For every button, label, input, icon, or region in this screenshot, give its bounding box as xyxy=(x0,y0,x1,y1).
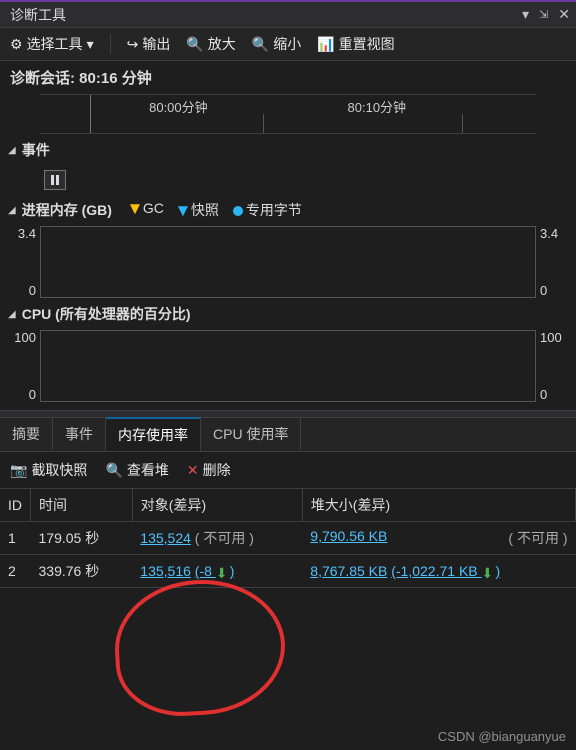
tab-cpu-usage[interactable]: CPU 使用率 xyxy=(201,418,301,451)
annotation-circle xyxy=(112,576,289,720)
snapshot-table: ID 时间 对象(差异) 堆大小(差异) 1 179.05 秒 135,524 … xyxy=(0,489,576,588)
cpu-axis-right: 1000 xyxy=(536,330,576,402)
zoom-out-icon: 🔍 xyxy=(252,36,269,53)
session-label: 诊断会话: 80:16 分钟 xyxy=(0,61,576,94)
memory-axis-left: 3.40 xyxy=(0,226,40,298)
dropdown-icon[interactable]: ▾ xyxy=(522,6,529,23)
collapse-icon: ◢ xyxy=(8,205,16,216)
tabs: 摘要 事件 内存使用率 CPU 使用率 xyxy=(0,418,576,452)
delete-button[interactable]: ✕ 删除 xyxy=(187,460,231,480)
memory-axis-right: 3.40 xyxy=(536,226,576,298)
table-row[interactable]: 2 339.76 秒 135,516 (-8 ⬇) 8,767.85 KB (-… xyxy=(0,555,576,588)
zoom-in-button[interactable]: 🔍 放大 xyxy=(186,34,235,54)
down-arrow-icon: ⬇ xyxy=(216,565,230,579)
pin-icon[interactable]: ⇲ xyxy=(539,8,548,21)
close-icon[interactable]: ✕ xyxy=(558,6,570,23)
zoom-in-icon: 🔍 xyxy=(186,36,203,53)
tab-events[interactable]: 事件 xyxy=(53,418,106,451)
delete-icon: ✕ xyxy=(187,462,199,479)
objects-link[interactable]: 135,524 xyxy=(140,530,191,546)
time-ruler[interactable]: 80:00分钟 80:10分钟 xyxy=(40,94,536,134)
collapse-icon: ◢ xyxy=(8,309,16,320)
tab-summary[interactable]: 摘要 xyxy=(0,418,53,451)
col-time[interactable]: 时间 xyxy=(31,489,133,522)
objects-diff-link[interactable]: (-8 ⬇) xyxy=(195,563,235,579)
camera-icon: 📷 xyxy=(10,462,27,479)
gear-icon: ⚙ xyxy=(10,36,23,53)
col-heap-diff[interactable]: 堆大小(差异) xyxy=(302,489,575,522)
collapse-icon: ◢ xyxy=(8,145,16,156)
heap-link[interactable]: 8,767.85 KB xyxy=(310,563,387,579)
output-icon: ↪ xyxy=(127,36,139,53)
select-tool-dropdown[interactable]: ⚙ 选择工具 ▾ xyxy=(10,34,94,54)
col-objects-diff[interactable]: 对象(差异) xyxy=(132,489,302,522)
objects-link[interactable]: 135,516 xyxy=(140,563,191,579)
search-icon: 🔍 xyxy=(105,462,122,479)
down-arrow-icon: ⬇ xyxy=(482,565,496,579)
output-button[interactable]: ↪ 输出 xyxy=(127,34,171,54)
take-snapshot-button[interactable]: 📷 截取快照 xyxy=(10,460,87,480)
snapshot-marker-icon xyxy=(178,206,188,216)
col-id[interactable]: ID xyxy=(0,489,31,522)
splitter[interactable] xyxy=(0,410,576,418)
zoom-out-button[interactable]: 🔍 缩小 xyxy=(252,34,301,54)
reset-view-button[interactable]: 📊 重置视图 xyxy=(317,34,394,54)
gc-marker-icon xyxy=(130,204,140,214)
private-bytes-marker-icon xyxy=(233,206,243,216)
window-title: 诊断工具 xyxy=(10,5,66,25)
table-row[interactable]: 1 179.05 秒 135,524 ( 不可用 ) 9,790.56 KB (… xyxy=(0,522,576,555)
reset-icon: 📊 xyxy=(317,36,334,53)
pause-marker-icon xyxy=(44,170,66,190)
cpu-chart[interactable] xyxy=(40,330,536,402)
watermark: CSDN @bianguanyue xyxy=(438,729,566,744)
tab-memory-usage[interactable]: 内存使用率 xyxy=(106,417,201,451)
memory-chart[interactable] xyxy=(40,226,536,298)
cpu-axis-left: 1000 xyxy=(0,330,40,402)
events-strip xyxy=(40,166,536,194)
memory-section-header[interactable]: ◢ 进程内存 (GB) GC 快照 专用字节 xyxy=(0,194,576,226)
heap-diff-link[interactable]: (-1,022.71 KB ⬇) xyxy=(391,563,500,579)
view-heap-button[interactable]: 🔍 查看堆 xyxy=(105,460,168,480)
chevron-down-icon: ▾ xyxy=(87,36,94,53)
cpu-section-header[interactable]: ◢ CPU (所有处理器的百分比) xyxy=(0,298,576,330)
heap-link[interactable]: 9,790.56 KB xyxy=(310,528,387,544)
events-section-header[interactable]: ◢ 事件 xyxy=(0,134,576,166)
